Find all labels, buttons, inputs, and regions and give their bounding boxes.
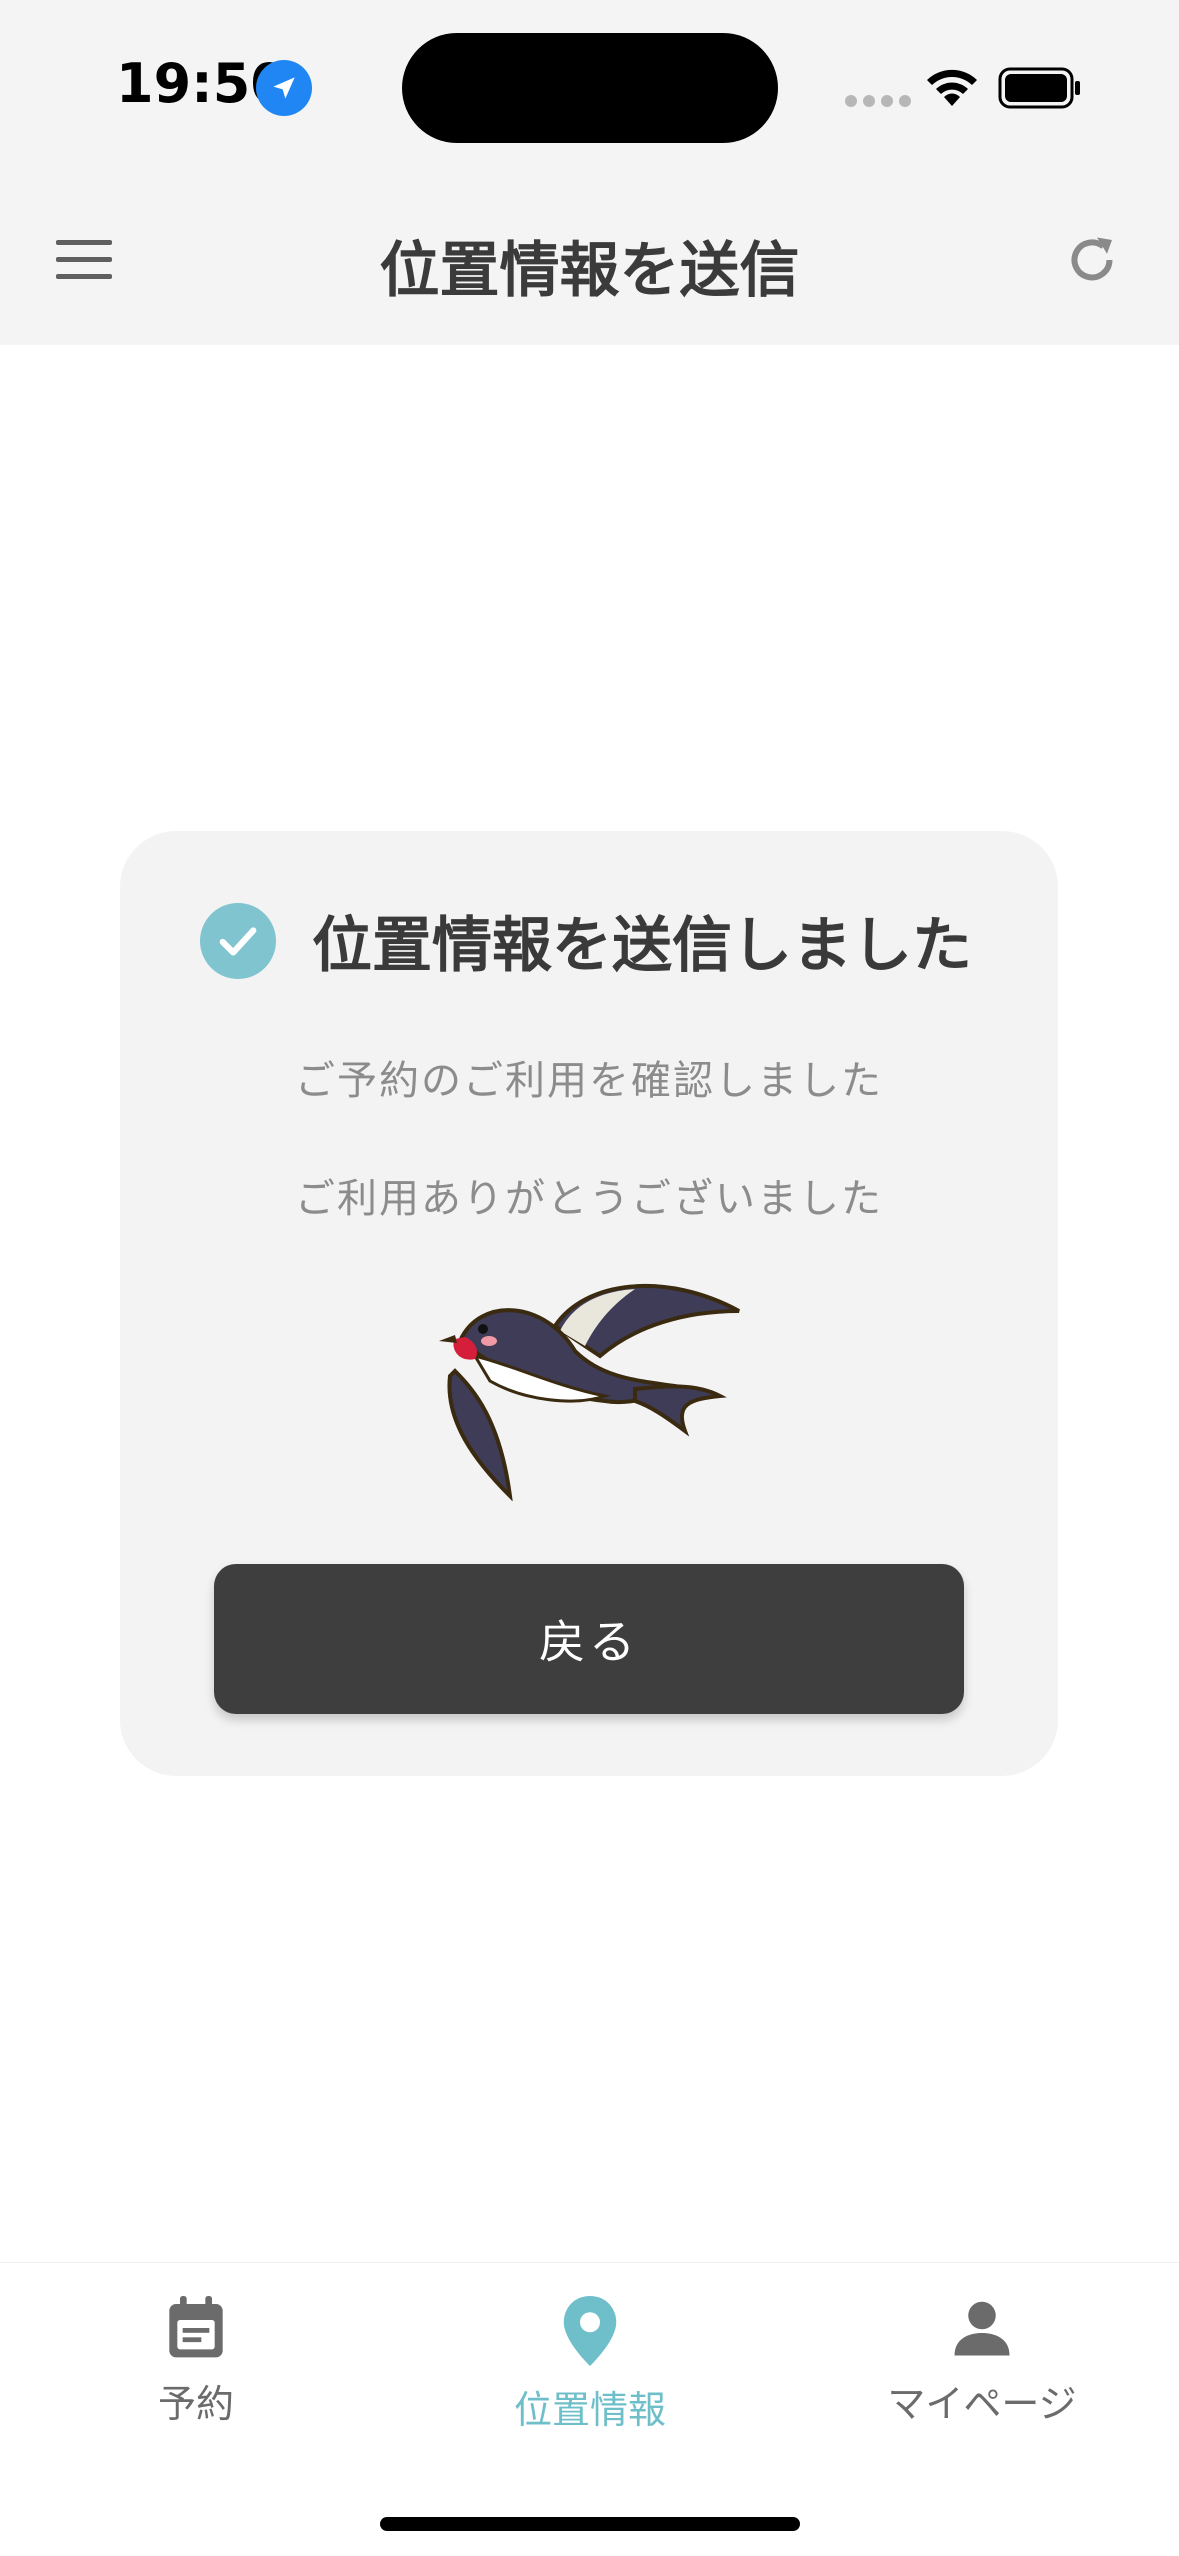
thanks-message: ご利用ありがとうございました <box>295 1176 883 1222</box>
cellular-signal-icon <box>845 95 911 107</box>
page-title: 位置情報を送信 <box>379 236 800 306</box>
nav-item-reservation[interactable]: 予約 <box>46 2293 346 2428</box>
check-circle-icon <box>200 902 276 979</box>
person-icon <box>954 2301 1010 2356</box>
location-arrow-icon <box>256 60 312 116</box>
nav-label-location: 位置情報 <box>513 2388 666 2432</box>
card-title: 位置情報を送信しました <box>312 911 972 981</box>
wifi-icon <box>924 66 980 114</box>
header-area: 19:50 位置情報を送信 <box>0 0 1179 345</box>
swallow-illustration <box>435 1271 745 1505</box>
confirmation-message: ご予約のご利用を確認しました <box>295 1058 883 1104</box>
refresh-icon[interactable] <box>1062 230 1122 294</box>
nav-label-reservation: 予約 <box>157 2382 234 2426</box>
nav-label-mypage: マイページ <box>887 2382 1077 2426</box>
card-heading: 位置情報を送信しました <box>200 897 972 984</box>
dynamic-island <box>402 33 778 143</box>
nav-item-location[interactable]: 位置情報 <box>440 2293 740 2434</box>
location-pin-icon <box>563 2296 617 2366</box>
home-indicator[interactable] <box>380 2517 800 2531</box>
battery-icon <box>998 67 1082 113</box>
back-button[interactable]: 戻る <box>214 1564 964 1714</box>
screen: 19:50 位置情報を送信 位置情報を送信しました ご予約のご利用を確認しました… <box>0 0 1179 2556</box>
nav-item-mypage[interactable]: マイページ <box>832 2293 1132 2428</box>
bottom-navigation: 予約 位置情報 マイページ <box>0 2262 1179 2556</box>
confirmation-card: 位置情報を送信しました ご予約のご利用を確認しました ご利用ありがとうございまし… <box>120 831 1058 1776</box>
calendar-icon <box>169 2296 223 2358</box>
